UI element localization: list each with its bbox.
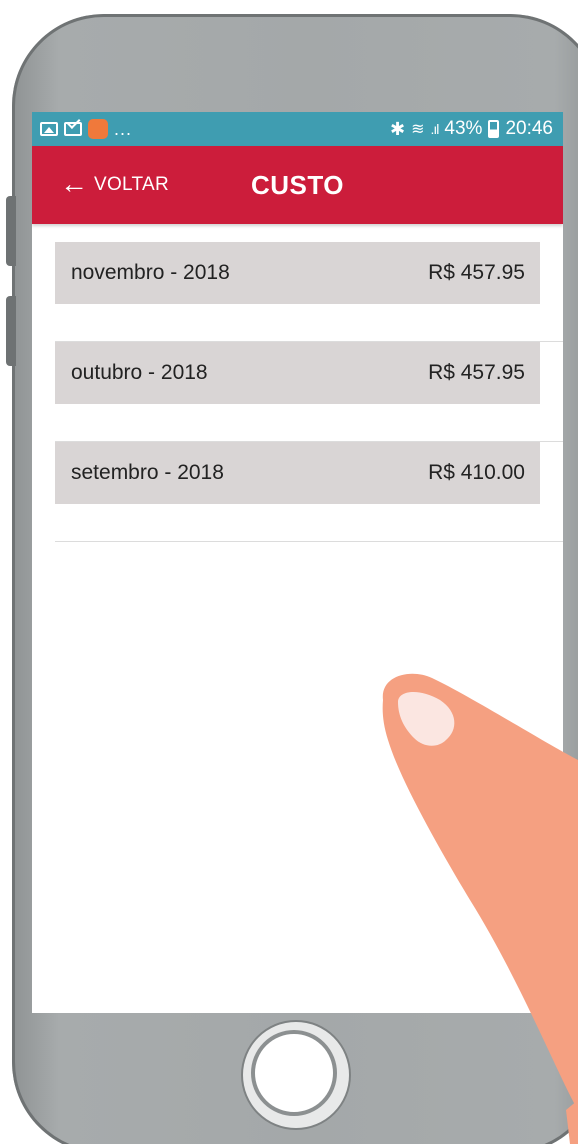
cost-month-card[interactable]: novembro - 2018 R$ 457.95	[55, 242, 540, 304]
back-button-label: VOLTAR	[94, 174, 169, 195]
cost-month-card[interactable]: outubro - 2018 R$ 457.95	[55, 342, 540, 404]
mail-icon	[64, 122, 82, 136]
list-item: setembro - 2018 R$ 410.00	[55, 442, 563, 542]
battery-percentage: 43%	[444, 118, 483, 139]
list-item: outubro - 2018 R$ 457.95	[55, 342, 563, 442]
cost-month-card[interactable]: setembro - 2018 R$ 410.00	[55, 442, 540, 504]
month-label: setembro - 2018	[71, 461, 224, 484]
bluetooth-icon: ✱	[390, 118, 406, 139]
battery-icon	[488, 120, 500, 138]
more-notifications-ellipsis: ...	[114, 118, 133, 139]
app-bar: ← VOLTAR CUSTO	[32, 146, 563, 224]
cost-amount: R$ 457.95	[428, 361, 525, 384]
wifi-icon: ≋	[411, 121, 425, 138]
phone-screen: ... ✱ ≋ .ıl 43% 20:46 ← VOLTAR CUSTO nov…	[32, 112, 563, 1013]
status-bar-right: ✱ ≋ .ıl 43% 20:46	[390, 118, 553, 140]
status-bar: ... ✱ ≋ .ıl 43% 20:46	[32, 112, 563, 146]
app-notification-icon	[88, 119, 108, 139]
home-button[interactable]	[243, 1022, 349, 1128]
month-label: outubro - 2018	[71, 361, 208, 384]
status-bar-left: ...	[40, 119, 132, 140]
image-icon	[40, 122, 58, 136]
volume-down-button[interactable]	[6, 296, 16, 366]
cost-amount: R$ 457.95	[428, 261, 525, 284]
list-item: novembro - 2018 R$ 457.95	[55, 242, 563, 342]
clock: 20:46	[505, 118, 553, 139]
signal-icon: .ıl	[430, 121, 440, 137]
month-label: novembro - 2018	[71, 261, 230, 284]
stage: ... ✱ ≋ .ıl 43% 20:46 ← VOLTAR CUSTO nov…	[0, 0, 578, 1144]
back-button[interactable]: ← VOLTAR	[60, 146, 169, 224]
volume-up-button[interactable]	[6, 196, 16, 266]
cost-amount: R$ 410.00	[428, 461, 525, 484]
arrow-left-icon: ←	[60, 167, 88, 199]
cost-list: novembro - 2018 R$ 457.95 outubro - 2018…	[55, 242, 563, 542]
page-title: CUSTO	[251, 169, 345, 200]
